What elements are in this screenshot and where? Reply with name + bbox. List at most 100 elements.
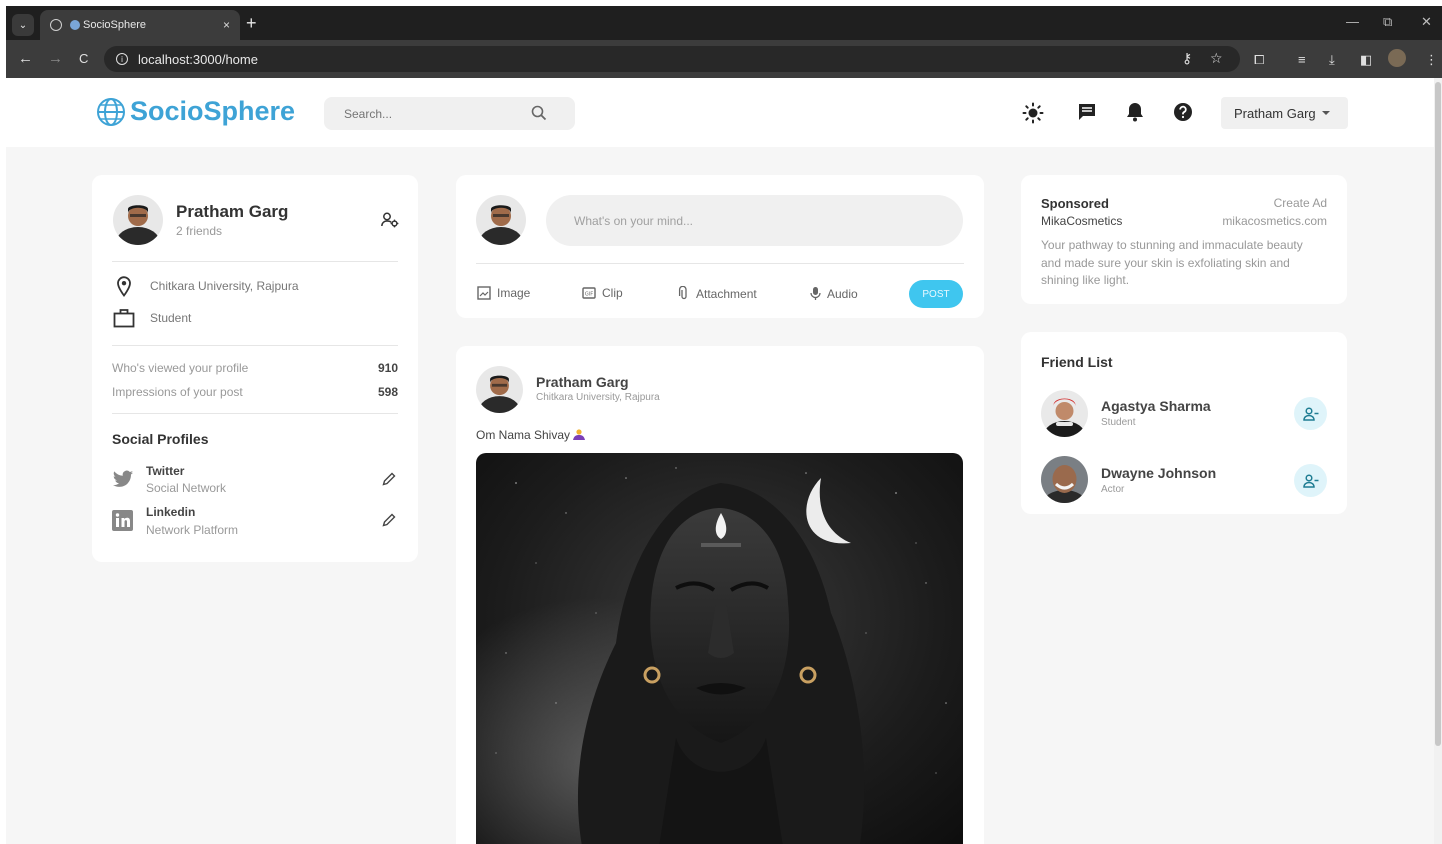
image-action-label: Image bbox=[497, 286, 531, 300]
sponsored-card: Sponsored Create Ad MikaCosmetics mikaco… bbox=[1021, 175, 1347, 304]
profile-card: Pratham Garg 2 friends Chitkara Universi… bbox=[92, 175, 418, 562]
manage-account-icon[interactable] bbox=[381, 212, 399, 228]
side-panel-icon[interactable]: ◧ bbox=[1360, 52, 1372, 68]
post-author-avatar-image bbox=[476, 366, 523, 413]
tab-close-icon[interactable]: × bbox=[223, 18, 230, 32]
post-image[interactable] bbox=[476, 453, 963, 844]
url-text: localhost:3000/home bbox=[138, 51, 258, 67]
image-icon bbox=[477, 286, 491, 300]
back-icon[interactable]: ← bbox=[18, 50, 33, 67]
tab-title: SocioSphere bbox=[83, 19, 146, 31]
new-tab-button[interactable]: + bbox=[246, 12, 257, 34]
prayer-emoji-icon bbox=[573, 429, 586, 440]
divider bbox=[112, 413, 398, 414]
create-ad-link[interactable]: Create Ad bbox=[1274, 196, 1327, 210]
remove-friend-button[interactable] bbox=[1294, 464, 1327, 497]
bookmark-star-icon[interactable]: ☆ bbox=[1210, 50, 1223, 67]
friend-avatar[interactable] bbox=[1041, 390, 1088, 437]
social-profiles-heading: Social Profiles bbox=[112, 431, 209, 447]
sponsored-site-link[interactable]: mikacosmetics.com bbox=[1222, 214, 1327, 228]
sponsored-title: Sponsored bbox=[1041, 196, 1109, 211]
social-name: Twitter bbox=[146, 464, 185, 478]
friend-count: 2 friends bbox=[176, 224, 223, 238]
post-composer-card: What's on your mind... Image GIF Clip At… bbox=[456, 175, 984, 318]
friend-avatar[interactable] bbox=[1041, 456, 1088, 503]
image-action[interactable]: Image bbox=[477, 286, 530, 300]
divider bbox=[476, 263, 964, 264]
audio-action-label: Audio bbox=[827, 286, 858, 301]
clip-action[interactable]: GIF Clip bbox=[582, 286, 623, 300]
divider bbox=[112, 261, 398, 262]
user-avatar[interactable] bbox=[476, 195, 526, 245]
friend-name[interactable]: Dwayne Johnson bbox=[1101, 465, 1216, 481]
page-scrollbar[interactable] bbox=[1434, 78, 1442, 844]
download-icon[interactable]: ⤓ bbox=[1329, 52, 1335, 68]
friend-avatar-image bbox=[1041, 390, 1088, 437]
post-author-location: Chitkara University, Rajpura bbox=[536, 392, 660, 403]
forward-icon[interactable]: → bbox=[48, 50, 63, 67]
browser-toolbar: ← → C i localhost:3000/home ⚷ ☆ ⧠ ≡ ⤓ ◧ … bbox=[6, 40, 1442, 78]
message-icon[interactable] bbox=[1077, 102, 1097, 122]
help-icon[interactable] bbox=[1173, 102, 1193, 122]
user-avatar[interactable] bbox=[113, 195, 163, 245]
globe-icon bbox=[50, 19, 62, 31]
stat-label: Who's viewed your profile bbox=[112, 361, 249, 375]
divider bbox=[112, 345, 398, 346]
tab-strip: ⌄ SocioSphere × + — ⧉ ✕ bbox=[6, 6, 1442, 40]
app-navbar: SocioSphere Search... Pratham Garg bbox=[6, 78, 1434, 147]
browser-tab[interactable]: SocioSphere × bbox=[40, 10, 240, 40]
attachment-action-label: Attachment bbox=[696, 286, 757, 301]
shiva-statue-image bbox=[476, 453, 963, 844]
scrollbar-thumb[interactable] bbox=[1435, 82, 1441, 746]
friend-name[interactable]: Agastya Sharma bbox=[1101, 398, 1211, 414]
social-desc: Social Network bbox=[146, 481, 227, 495]
tab-search-button[interactable]: ⌄ bbox=[12, 14, 34, 36]
profile-name[interactable]: Pratham Garg bbox=[176, 202, 288, 222]
search-icon[interactable] bbox=[531, 105, 547, 121]
light-mode-sun-icon[interactable] bbox=[1022, 102, 1044, 124]
reading-list-icon[interactable]: ≡ bbox=[1298, 52, 1306, 67]
post-input[interactable]: What's on your mind... bbox=[546, 195, 963, 246]
notification-bell-icon[interactable] bbox=[1126, 102, 1144, 122]
friend-list-heading: Friend List bbox=[1041, 354, 1113, 370]
twitter-icon bbox=[112, 470, 134, 487]
stat-value: 598 bbox=[377, 385, 398, 399]
post-caption: Om Nama Shivay bbox=[476, 428, 586, 442]
minimize-icon[interactable]: — bbox=[1346, 14, 1359, 29]
chevron-down-icon bbox=[1322, 111, 1330, 115]
sponsored-brand: MikaCosmetics bbox=[1041, 214, 1123, 228]
logo[interactable]: SocioSphere bbox=[96, 96, 295, 127]
gif-icon: GIF bbox=[582, 287, 596, 299]
post-caption-text: Om Nama Shivay bbox=[476, 428, 571, 442]
paperclip-icon bbox=[678, 286, 687, 300]
browser-window: ⌄ SocioSphere × + — ⧉ ✕ ← → C i localhos… bbox=[6, 6, 1442, 844]
briefcase-icon bbox=[113, 309, 135, 328]
clip-action-label: Clip bbox=[602, 286, 623, 300]
post-author-avatar[interactable] bbox=[476, 366, 523, 413]
edit-pencil-icon[interactable] bbox=[382, 513, 396, 527]
reload-icon[interactable]: C bbox=[79, 51, 88, 66]
logo-text: SocioSphere bbox=[130, 96, 296, 126]
site-info-icon[interactable]: i bbox=[116, 53, 128, 65]
sponsored-description: Your pathway to stunning and immaculate … bbox=[1041, 238, 1303, 287]
menu-kebab-icon[interactable]: ⋮ bbox=[1425, 52, 1438, 68]
extensions-icon[interactable]: ⧠ bbox=[1254, 52, 1264, 68]
close-window-icon[interactable]: ✕ bbox=[1421, 14, 1432, 30]
post-author-name[interactable]: Pratham Garg bbox=[536, 374, 629, 390]
friend-role: Actor bbox=[1101, 484, 1125, 495]
post-input-placeholder: What's on your mind... bbox=[574, 213, 694, 228]
address-bar[interactable]: i localhost:3000/home ⚷ ☆ bbox=[104, 46, 1240, 72]
attachment-action[interactable]: Attachment bbox=[678, 286, 757, 301]
password-key-icon[interactable]: ⚷ bbox=[1182, 50, 1192, 67]
post-button[interactable]: POST bbox=[909, 280, 963, 308]
profile-avatar-icon[interactable] bbox=[1388, 49, 1406, 67]
social-desc: Network Platform bbox=[146, 523, 239, 537]
audio-action[interactable]: Audio bbox=[810, 286, 858, 301]
edit-pencil-icon[interactable] bbox=[382, 472, 396, 486]
friend-list-card: Friend List Agastya Sharma Student Dwayn… bbox=[1021, 332, 1347, 514]
restore-icon[interactable]: ⧉ bbox=[1383, 14, 1392, 30]
remove-friend-button[interactable] bbox=[1294, 397, 1327, 430]
person-remove-icon bbox=[1302, 473, 1318, 488]
user-menu-select[interactable]: Pratham Garg bbox=[1221, 97, 1348, 129]
user-avatar-image bbox=[476, 195, 526, 245]
